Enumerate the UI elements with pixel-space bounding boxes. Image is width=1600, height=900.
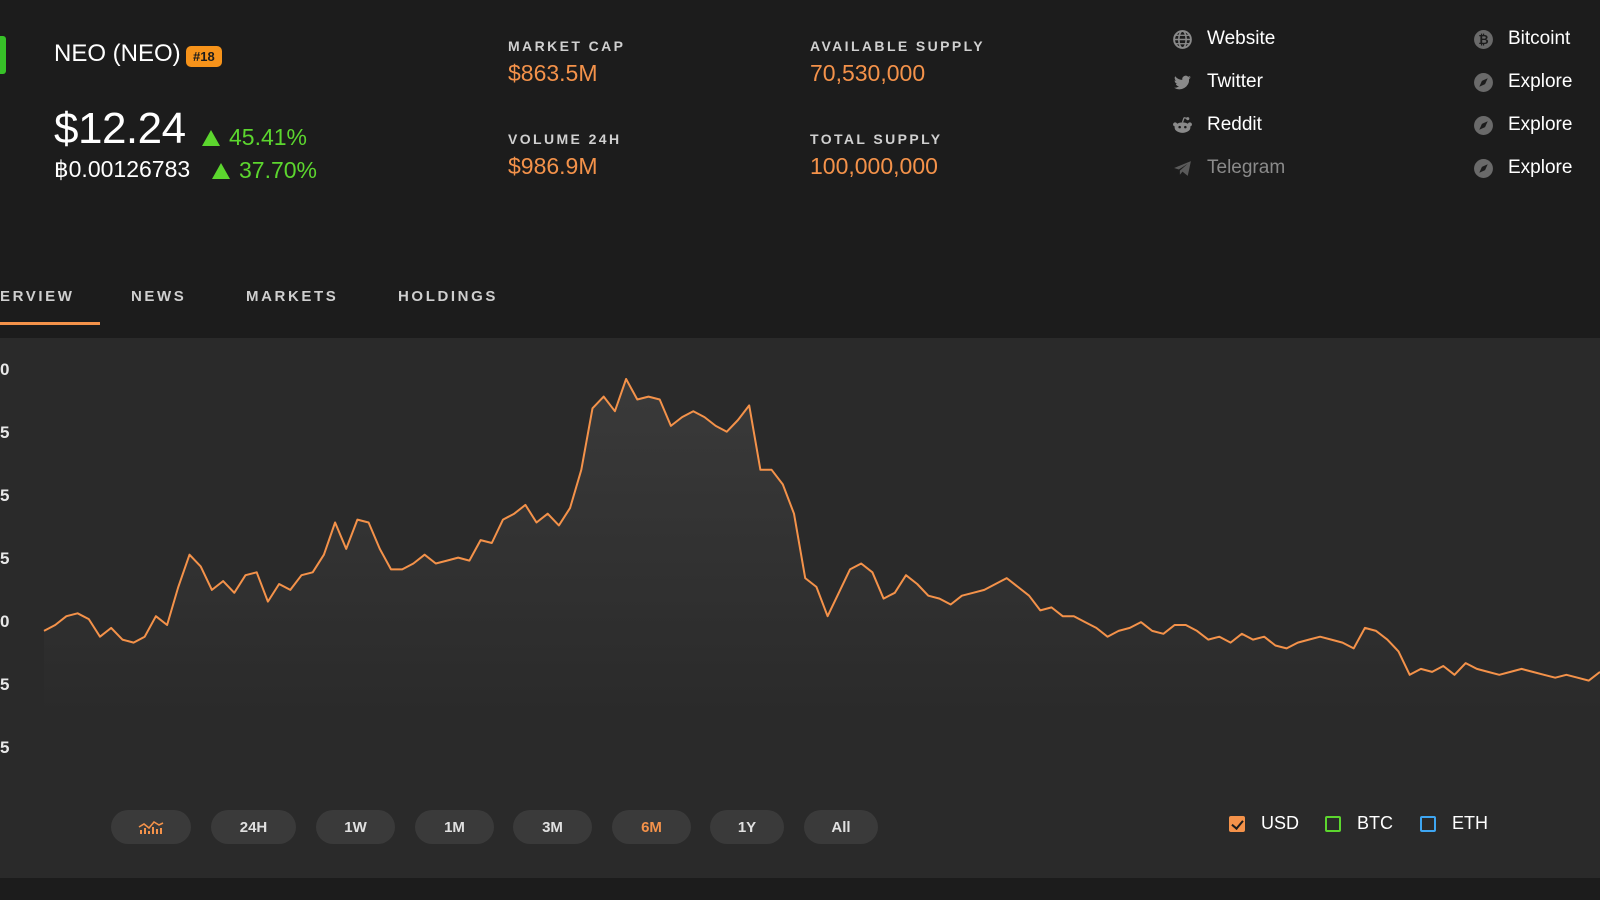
up-arrow-icon: [202, 130, 220, 146]
explorer-link-2[interactable]: Explore: [1473, 114, 1572, 136]
website-link[interactable]: Website: [1172, 28, 1275, 50]
chart-type-icon: [138, 820, 164, 834]
twitter-icon: [1174, 75, 1191, 89]
explorer-link-3[interactable]: Explore: [1473, 157, 1572, 179]
price-area-fill: [44, 379, 1600, 718]
legend-btc-label: BTC: [1357, 813, 1393, 833]
website-link-label: Website: [1207, 28, 1276, 49]
coin-name: NEO (NEO): [54, 40, 181, 67]
compass-icon: [1474, 72, 1493, 92]
tab-news[interactable]: NEWS: [131, 288, 186, 305]
twitter-link-label: Twitter: [1207, 71, 1263, 92]
explorer-link-1[interactable]: Explore: [1473, 71, 1572, 93]
change-btc: 37.70%: [212, 157, 317, 184]
total-supply-value: 100,000,000: [810, 153, 938, 179]
change-usd: 45.41%: [202, 124, 307, 151]
market-cap-label: MARKET CAP: [508, 38, 626, 54]
twitter-link[interactable]: Twitter: [1172, 71, 1263, 93]
legend-usd-label: USD: [1261, 813, 1300, 833]
explorer-link-label: Bitcoint: [1508, 28, 1571, 49]
active-tab-indicator: [0, 322, 100, 325]
price-btc: ฿0.00126783: [54, 156, 191, 182]
telegram-link-label: Telegram: [1207, 157, 1286, 178]
available-supply-label: AVAILABLE SUPPLY: [810, 38, 986, 54]
telegram-icon: [1174, 160, 1191, 176]
legend-eth[interactable]: ETH: [1420, 813, 1488, 834]
bitcoin-icon: ₿: [1474, 29, 1493, 49]
range-1w-button[interactable]: 1W: [316, 810, 395, 844]
telegram-link[interactable]: Telegram: [1172, 157, 1285, 179]
coin-logo: [0, 36, 6, 74]
usd-checkbox[interactable]: [1229, 815, 1245, 832]
legend-usd[interactable]: USD: [1229, 813, 1299, 834]
chart-type-button[interactable]: [111, 810, 191, 844]
price-usd: $12.24: [54, 104, 186, 153]
compass-icon: [1474, 115, 1493, 135]
btc-checkbox[interactable]: [1325, 815, 1341, 832]
range-24h-button[interactable]: 24H: [211, 810, 296, 844]
eth-checkbox[interactable]: [1420, 815, 1436, 832]
globe-icon: [1173, 29, 1192, 49]
tab-holdings[interactable]: HOLDINGS: [398, 288, 498, 305]
volume-value: $986.9M: [508, 153, 598, 179]
price-line-chart[interactable]: [0, 338, 1600, 758]
reddit-link[interactable]: Reddit: [1172, 114, 1262, 136]
tab-markets[interactable]: MARKETS: [246, 288, 338, 305]
tab-overview[interactable]: ERVIEW: [0, 288, 75, 305]
legend-btc[interactable]: BTC: [1325, 813, 1393, 834]
reddit-link-label: Reddit: [1207, 114, 1262, 135]
compass-icon: [1474, 158, 1493, 178]
market-cap-value: $863.5M: [508, 60, 598, 86]
explorer-link-label: Explore: [1508, 157, 1573, 178]
range-all-button[interactable]: All: [804, 810, 878, 844]
range-1m-button[interactable]: 1M: [415, 810, 494, 844]
legend-eth-label: ETH: [1452, 813, 1488, 833]
range-3m-button[interactable]: 3M: [513, 810, 592, 844]
available-supply-value: 70,530,000: [810, 60, 926, 86]
explorer-link-label: Explore: [1508, 71, 1573, 92]
volume-label: VOLUME 24H: [508, 131, 622, 147]
explorer-link-label: Explore: [1508, 114, 1573, 135]
total-supply-label: TOTAL SUPPLY: [810, 131, 943, 147]
rank-badge: #18: [186, 46, 222, 67]
up-arrow-icon: [212, 163, 230, 179]
change-btc-value: 37.70%: [239, 157, 318, 183]
explorer-link-bitcoin[interactable]: ₿ Bitcoint: [1473, 28, 1570, 50]
svg-text:₿: ₿: [1478, 32, 1488, 47]
change-usd-value: 45.41%: [229, 124, 308, 150]
range-1y-button[interactable]: 1Y: [710, 810, 784, 844]
reddit-icon: [1173, 116, 1192, 133]
range-6m-button[interactable]: 6M: [612, 810, 691, 844]
